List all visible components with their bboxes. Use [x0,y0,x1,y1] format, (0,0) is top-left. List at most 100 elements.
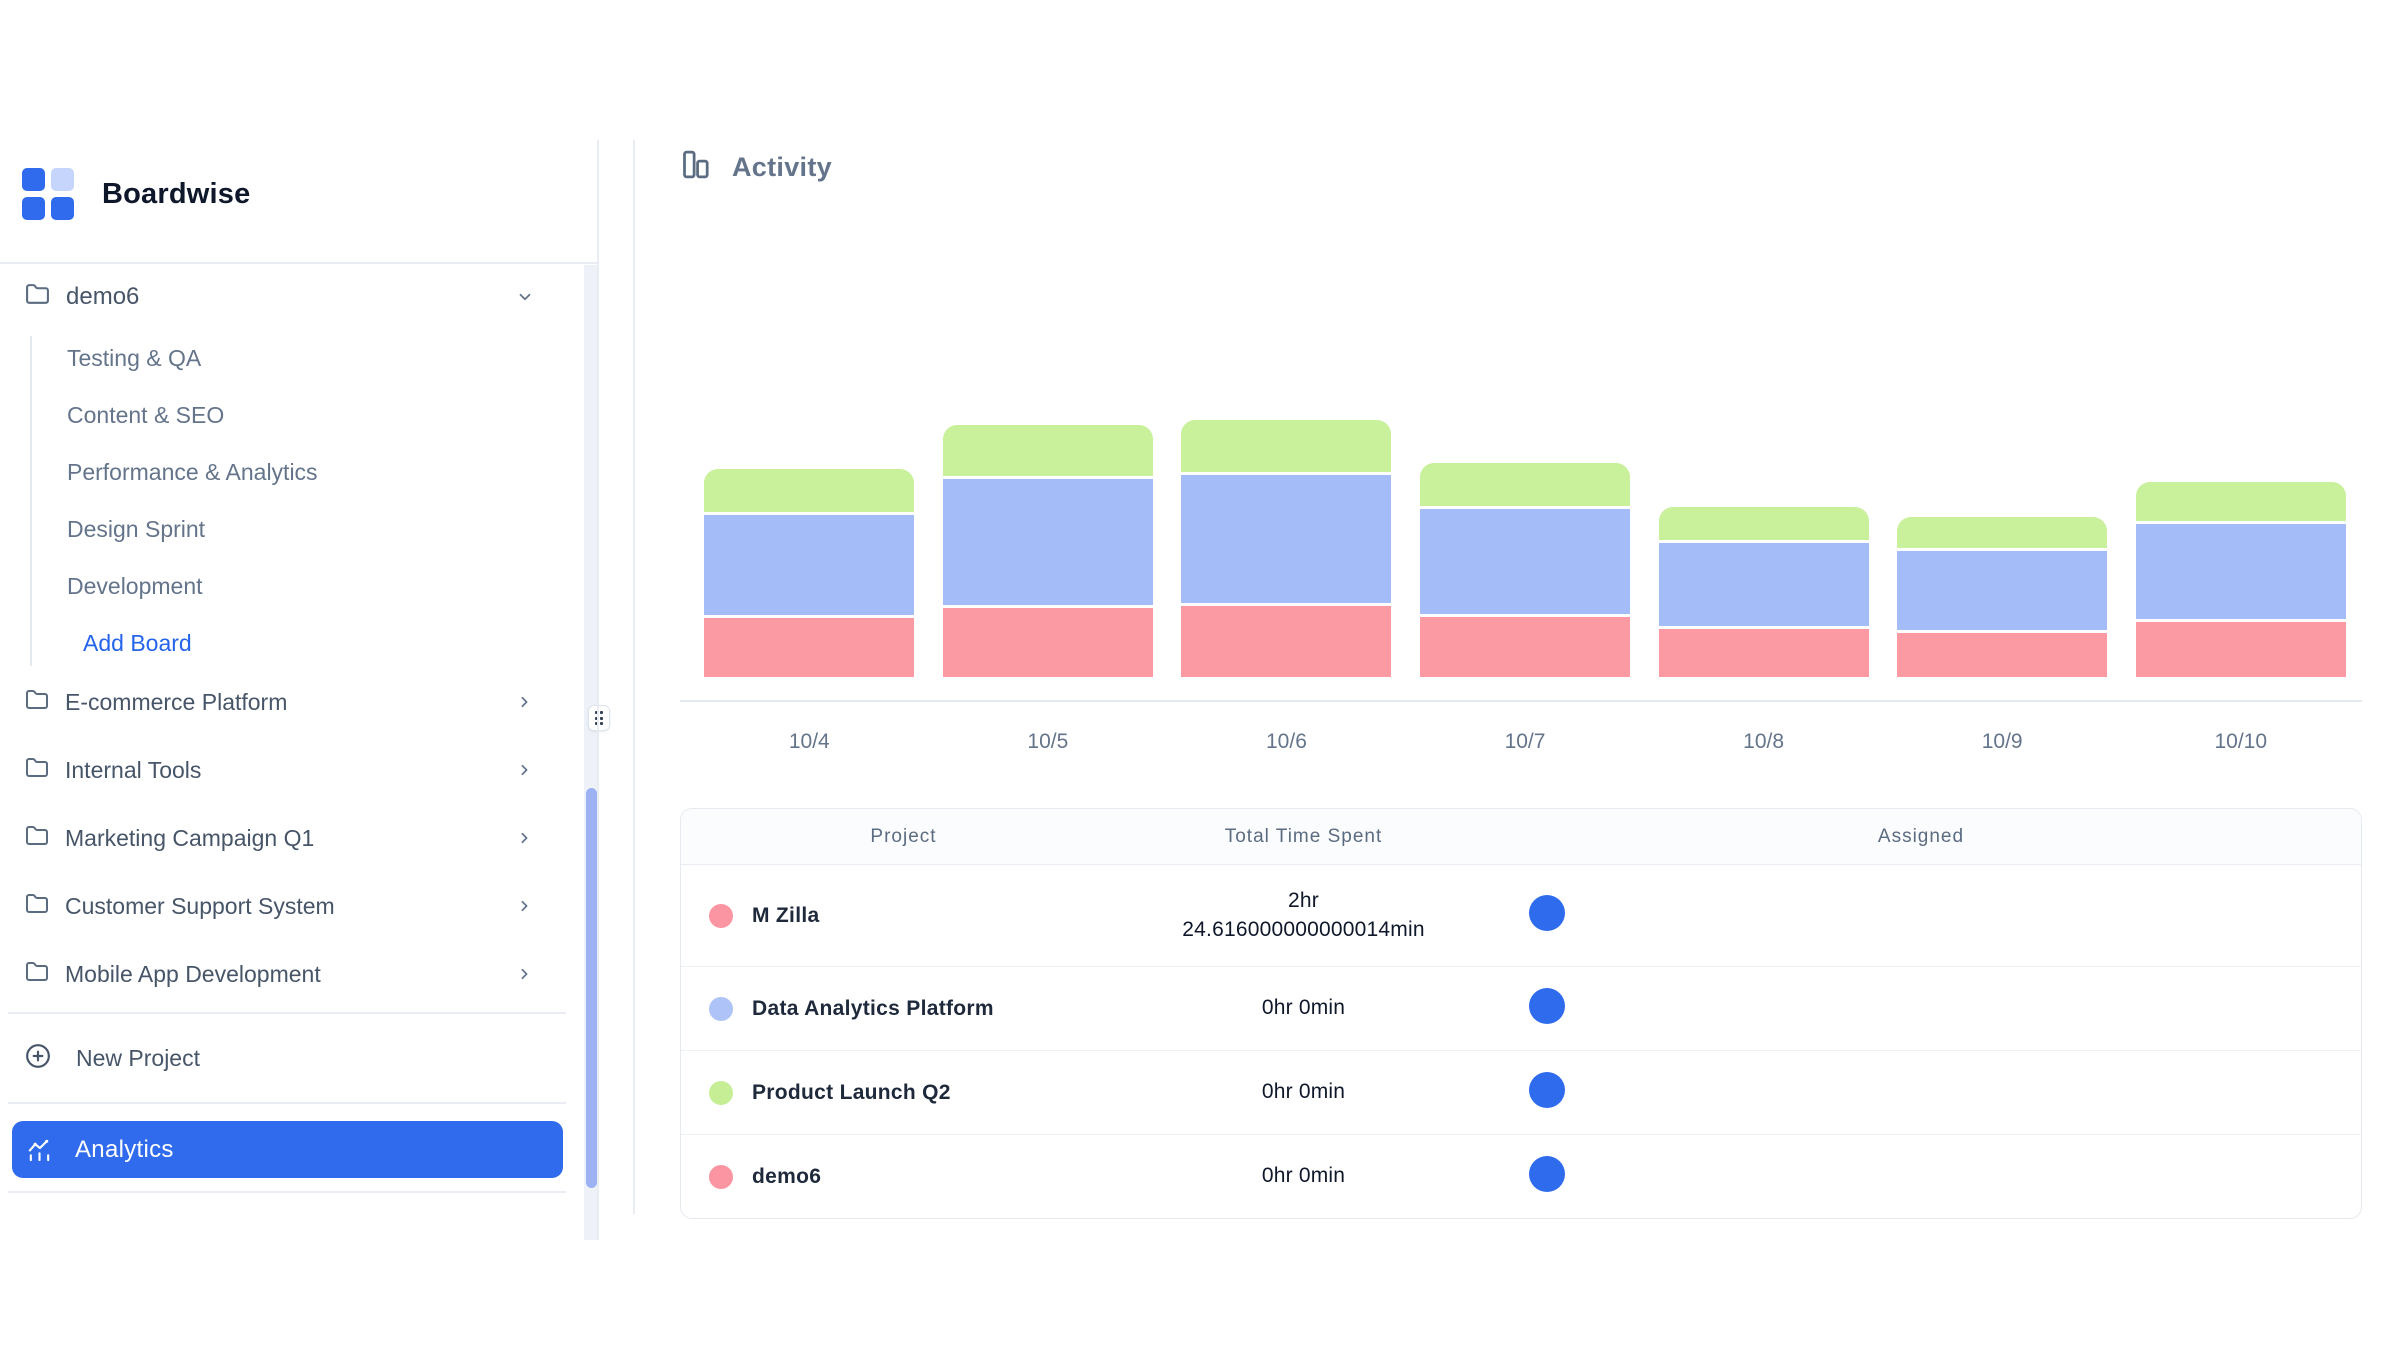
chevron-right-icon[interactable] [516,694,533,711]
chart-bar[interactable] [1181,420,1391,677]
chart-bar[interactable] [1659,507,1869,677]
chevron-right-icon[interactable] [516,898,533,915]
sidebar-board-item[interactable]: Testing & QA [0,330,560,387]
chart-bar-segment-green-top-segment [1181,420,1391,472]
project-name: demo6 [752,1165,821,1189]
add-board-button[interactable]: Add Board [0,615,643,672]
total-time-cell: 2hr24.616000000000014min [1126,887,1481,944]
chart-bar-slot [2121,482,2360,677]
sidebar: Boardwise demo6 Testing & QAContent & SE… [0,0,597,1350]
chevron-right-icon[interactable] [516,762,533,779]
assigned-cell [1481,1156,2361,1197]
chart-bar-segment-pink-bottom-segment [2136,622,2346,677]
analytics-nav-button[interactable]: Analytics [12,1121,563,1178]
chart-bar-segment-pink-bottom-segment [704,618,914,677]
activity-header: Activity [679,148,832,186]
assignee-avatar[interactable] [1529,1156,1565,1192]
project-cell: demo6 [681,1165,1126,1189]
chart-bar[interactable] [1420,463,1630,677]
chart-bar-segment-green-top-segment [1897,517,2107,548]
analytics-label: Analytics [75,1136,174,1164]
x-axis-labels: 10/410/510/610/710/810/910/10 [690,730,2360,754]
sidebar-board-item[interactable]: Design Sprint [0,501,560,558]
new-project-label: New Project [76,1045,200,1072]
project-name: M Zilla [752,904,819,928]
x-axis-tick-label: 10/9 [1883,730,2122,754]
table-row[interactable]: Product Launch Q20hr 0min [681,1051,2361,1135]
chart-bar[interactable] [2136,482,2346,677]
projects-time-table: Project Total Time Spent Assigned M Zill… [680,808,2362,1219]
folder-label: Mobile App Development [65,961,321,988]
folder-label: E-commerce Platform [65,689,287,716]
table-row[interactable]: Data Analytics Platform 0hr 0min [681,967,2361,1051]
chevron-right-icon[interactable] [516,830,533,847]
chart-bar-segment-blue-middle-segment [943,479,1153,605]
chart-bar-segment-blue-middle-segment [2136,524,2346,619]
sidebar-folder-item[interactable]: Mobile App Development [0,940,560,1008]
chart-bar-segment-blue-middle-segment [1420,509,1630,614]
time-line: 2hr [1126,887,1481,915]
chart-bar-segment-pink-bottom-segment [943,608,1153,677]
sidebar-divider [8,1102,566,1104]
total-time-cell: 0hr 0min [1126,994,1481,1022]
time-line: 24.616000000000014min [1126,916,1481,944]
assigned-cell [1481,1072,2361,1113]
chart-bar[interactable] [943,425,1153,677]
chart-bar-segment-blue-middle-segment [1181,475,1391,603]
sidebar-folder-item[interactable]: E-commerce Platform [0,668,560,736]
project-color-dot [709,904,733,928]
table-row[interactable]: M Zilla 2hr24.616000000000014min [681,865,2361,967]
project-color-dot [709,1081,733,1105]
project-color-dot [709,1165,733,1189]
folder-label: Internal Tools [65,757,201,784]
project-name: Product Launch Q2 [752,1081,951,1105]
logo-square [22,168,45,191]
project-cell: Product Launch Q2 [681,1081,1126,1105]
folder-icon [25,960,49,989]
chart-bar[interactable] [704,469,914,677]
x-axis-tick-label: 10/8 [1644,730,1883,754]
activity-stacked-bar-chart [690,418,2360,677]
project-color-dot [709,997,733,1021]
sidebar-board-item[interactable]: Performance & Analytics [0,444,560,501]
chart-bar-segment-blue-middle-segment [1659,543,1869,626]
sidebar-folder-item[interactable]: Internal Tools [0,736,560,804]
total-time-cell: 0hr 0min [1126,1162,1481,1190]
x-axis-tick-label: 10/10 [2121,730,2360,754]
content-divider-line [633,140,635,1214]
assignee-avatar[interactable] [1529,1072,1565,1108]
plus-circle-icon [25,1043,51,1074]
chevron-right-icon[interactable] [516,966,533,983]
chart-bar-slot [1167,420,1406,677]
sidebar-resize-grip-icon[interactable] [588,705,610,731]
chart-bar-segment-pink-bottom-segment [1897,633,2107,677]
new-project-button[interactable]: New Project [25,1030,555,1086]
x-axis-line [680,700,2362,702]
sidebar-project-demo6[interactable]: demo6 [0,268,560,326]
folder-icon [25,756,49,785]
project-name: Data Analytics Platform [752,997,994,1021]
chart-bar-slot [929,425,1168,677]
sidebar-folder-item[interactable]: Customer Support System [0,872,560,940]
table-row[interactable]: demo6 0hr 0min [681,1135,2361,1218]
folder-label: Customer Support System [65,893,335,920]
logo-square [51,197,74,220]
chevron-down-icon[interactable] [516,268,534,326]
chart-bar-slot [1406,463,1645,677]
sidebar-board-item[interactable]: Content & SEO [0,387,560,444]
assignee-avatar[interactable] [1529,988,1565,1024]
table-header-row: Project Total Time Spent Assigned [681,809,2361,865]
sidebar-folder-item[interactable]: Marketing Campaign Q1 [0,804,560,872]
chart-bar-segment-pink-bottom-segment [1659,629,1869,677]
chart-bar-segment-green-top-segment [704,469,914,512]
chart-bar-segment-blue-middle-segment [704,515,914,615]
sidebar-divider [8,1012,566,1014]
assignee-avatar[interactable] [1529,895,1565,931]
sidebar-border-line [597,140,599,1240]
project-cell: Data Analytics Platform [681,997,1126,1021]
chart-bar-segment-green-top-segment [943,425,1153,476]
analytics-chart-icon [26,1135,53,1165]
chart-bar[interactable] [1897,517,2107,677]
sidebar-board-item[interactable]: Development [0,558,560,615]
sidebar-scrollbar-thumb[interactable] [586,788,597,1188]
